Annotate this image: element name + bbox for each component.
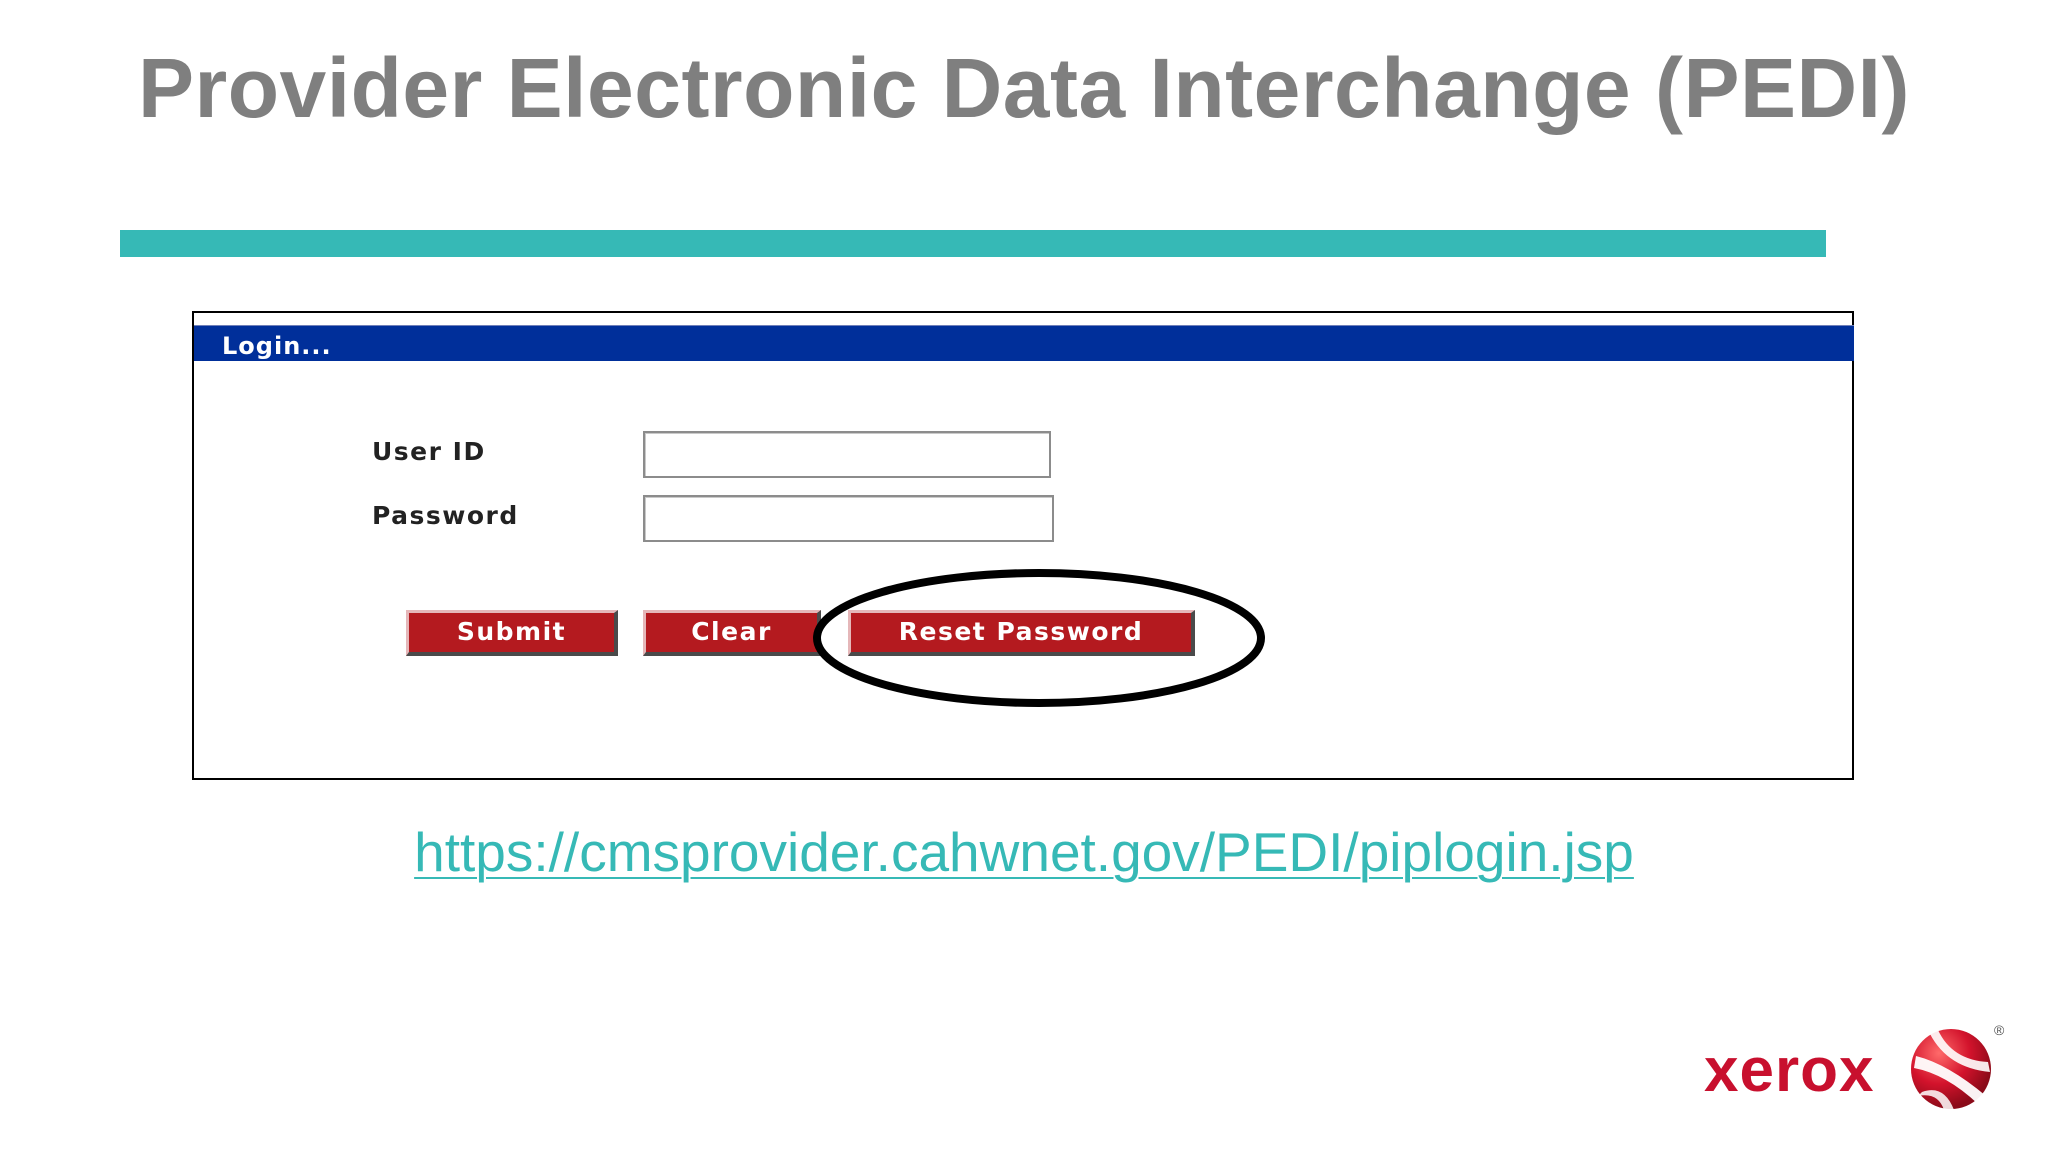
pedi-login-link[interactable]: https://cmsprovider.cahwnet.gov/PEDI/pip… [0, 820, 2048, 884]
login-header-title: Login... [222, 332, 332, 360]
registered-mark: ® [1994, 1022, 2005, 1038]
login-form-screenshot: Login... User ID Password Submit Clear R… [192, 311, 1854, 780]
login-header-bar: Login... [194, 325, 1854, 361]
highlight-ellipse [813, 569, 1265, 707]
user-id-label: User ID [372, 437, 486, 466]
clear-button[interactable]: Clear [643, 610, 821, 656]
user-id-input[interactable] [643, 431, 1051, 478]
password-label: Password [372, 501, 519, 530]
xerox-sphere-icon [1911, 1029, 1991, 1110]
submit-button[interactable]: Submit [406, 610, 618, 656]
accent-divider [120, 230, 1826, 257]
xerox-logo: xerox ® [1700, 1020, 2004, 1120]
slide-title: Provider Electronic Data Interchange (PE… [138, 41, 1910, 135]
xerox-wordmark: xerox [1704, 1036, 1875, 1105]
password-input[interactable] [643, 495, 1054, 542]
